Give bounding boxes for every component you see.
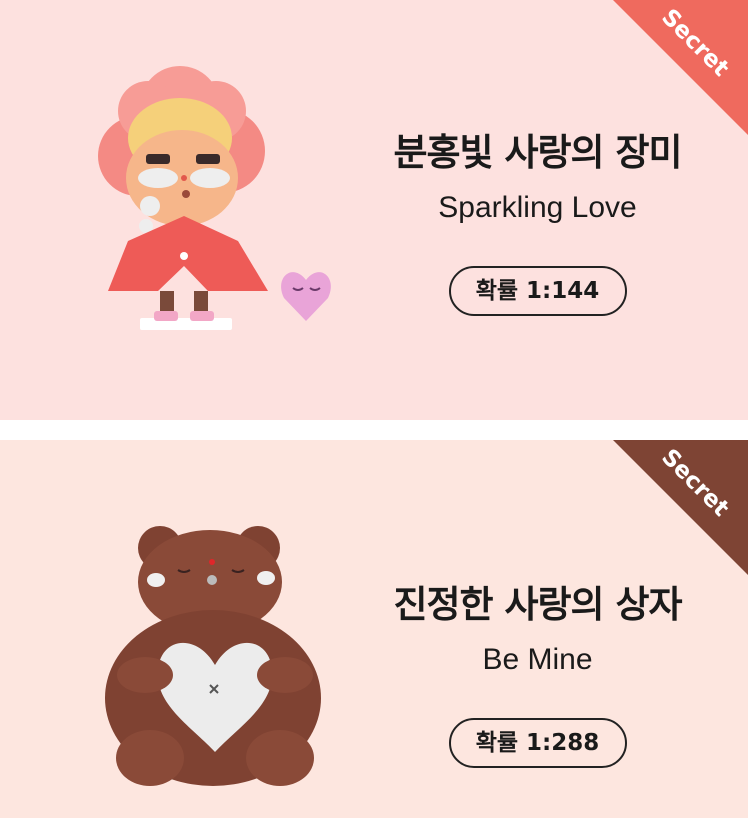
rose-girl-figure-image <box>88 66 348 341</box>
product-title-english: Be Mine <box>482 643 593 676</box>
secret-ribbon: Secret <box>613 440 748 575</box>
product-title-korean: 진정한 사랑의 상자 <box>393 583 682 626</box>
probability-badge: 확률 1:288 <box>448 718 627 768</box>
product-info: 분홍빛 사랑의 장미 Sparkling Love 확률 1:144 <box>345 128 730 316</box>
probability-badge: 확률 1:144 <box>448 266 627 316</box>
bear-heart-figure-image <box>100 520 330 790</box>
product-info: 진정한 사랑의 상자 Be Mine 확률 1:288 <box>345 580 730 768</box>
secret-ribbon: Secret <box>613 0 748 135</box>
product-card-sparkling-love[interactable]: Secret 분홍빛 사랑의 장미 Sparkling Love 확률 1:14… <box>0 0 748 420</box>
product-title-korean: 분홍빛 사랑의 장미 <box>393 131 682 174</box>
product-card-be-mine[interactable]: Secret 진정한 사랑의 상자 Be Mine 확률 1:288 <box>0 440 748 818</box>
product-title-english: Sparkling Love <box>438 191 637 224</box>
